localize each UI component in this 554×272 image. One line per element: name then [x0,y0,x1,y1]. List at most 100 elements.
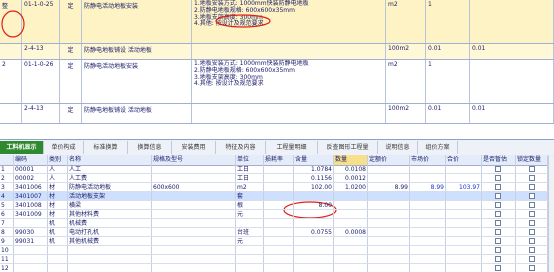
grid-estimate-checkbox[interactable] [495,220,501,226]
header-estimate[interactable]: 是否暂估 [482,155,516,165]
grid-lock-cell [516,255,548,263]
table-row[interactable]: 3 3401006 材防静电活动地板 600x600 m2 102.00 1.0200 8.9… [0,183,548,192]
grid-lock-checkbox[interactable] [529,238,535,244]
table-row[interactable]: 11 [0,255,548,264]
material-grid-body: 1 00001 人人工 工日 1.0784 0.0108 2 00002 人人工费 工日 0.115… [0,165,548,272]
header-type[interactable]: 类别 [48,155,68,165]
grid-name [68,246,152,254]
grid-lock-checkbox[interactable] [529,202,535,208]
grid-estimate-checkbox[interactable] [495,256,501,262]
table-row[interactable]: 5 3401008 材横梁 根 8.00 [0,201,548,210]
header-loss[interactable]: 损耗率 [264,155,294,165]
header-unit[interactable]: 单位 [236,155,264,165]
grid-estimate-checkbox[interactable] [495,238,501,244]
grid-loss [264,264,294,272]
header-spec[interactable]: 规格及型号 [152,155,236,165]
tab-labor-material[interactable]: 工料机显示 [0,141,44,154]
grid-unit [236,246,264,254]
vertical-scrollbar[interactable] [548,156,554,272]
grid-estimate-checkbox[interactable] [495,166,501,172]
grid-qty [334,255,368,263]
grid-unit: 元 [236,210,264,218]
table-row[interactable]: 1 00001 人人工 工日 1.0784 0.0108 [0,165,548,174]
annotation-circle [215,14,271,28]
grid-lock-checkbox[interactable] [529,184,535,190]
grid-name [68,255,152,263]
header-name[interactable]: 名称 [68,155,152,165]
header-market-price[interactable]: 市场价 [410,155,446,165]
grid-estimate-cell [482,201,516,209]
grid-lock-cell [516,228,548,236]
grid-total [446,165,482,173]
grid-total: 103.97 [446,183,482,191]
grid-lock-checkbox[interactable] [529,265,535,271]
tab-features[interactable]: 特征及内容 [216,141,266,154]
grid-estimate-checkbox[interactable] [495,265,501,271]
grid-estimate-checkbox[interactable] [495,229,501,235]
table-row[interactable]: 9 99031 机其他机械费 元 [0,237,548,246]
grid-lock-cell [516,174,548,182]
grid-lock-checkbox[interactable] [529,193,535,199]
grid-base-price [368,165,410,173]
grid-base-price [368,201,410,209]
grid-spec [152,192,236,200]
grid-base-price [368,264,410,272]
grid-qty: 0.0108 [334,165,368,173]
table-row[interactable]: 12 [0,264,548,272]
splitter[interactable] [0,124,554,139]
grid-lock-checkbox[interactable] [529,247,535,253]
table-row[interactable]: 4 3401007 材活动地板支架 套 [0,192,548,201]
tab-pricing-plan[interactable]: 组价方案 [418,141,458,154]
grid-lock-checkbox[interactable] [529,229,535,235]
grid-lock-cell [516,246,548,254]
grid-market-price [410,237,446,245]
tab-standard-conversion[interactable]: 标准换算 [84,141,128,154]
table-row[interactable]: 8 99030 机电动打孔机 台班 0.0755 0.0008 [0,228,548,237]
grid-index: 10 [0,246,14,254]
grid-market-price: 8.99 [410,183,446,191]
grid-total [446,237,482,245]
header-content[interactable]: 含量 [294,155,334,165]
header-total[interactable]: 合价 [446,155,482,165]
grid-type: 材 [48,183,68,191]
grid-loss [264,228,294,236]
header-qty[interactable]: 数量 [334,155,368,165]
grid-unit: 套 [236,192,264,200]
grid-lock-checkbox[interactable] [529,166,535,172]
grid-total [446,228,482,236]
grid-base-price [368,219,410,227]
grid-estimate-checkbox[interactable] [495,193,501,199]
tab-conversion-info[interactable]: 换算信息 [128,141,172,154]
grid-estimate-checkbox[interactable] [495,247,501,253]
grid-lock-cell [516,192,548,200]
tab-install-fee[interactable]: 安装费用 [172,141,216,154]
header-lock-qty[interactable]: 锁定数量 [516,155,548,165]
tab-reverse-lookup[interactable]: 反查图形工程量 [318,141,378,154]
tab-unit-price[interactable]: 单价构成 [44,141,84,154]
grid-market-price [410,201,446,209]
grid-estimate-checkbox[interactable] [495,202,501,208]
table-row[interactable]: 6 3401009 材其他材料费 元 [0,210,548,219]
grid-loss [264,201,294,209]
grid-qty [334,210,368,218]
grid-lock-checkbox[interactable] [529,211,535,217]
tab-quantity-detail[interactable]: 工程量明细 [266,141,318,154]
grid-content [294,255,334,263]
grid-index: 1 [0,165,14,173]
header-base-price[interactable]: 定额价 [368,155,410,165]
grid-estimate-checkbox[interactable] [495,175,501,181]
tab-notes[interactable]: 说明信息 [378,141,418,154]
table-row[interactable]: 7 机机械费 [0,219,548,228]
table-row[interactable]: 2 00002 人人工费 工日 0.1156 0.0012 [0,174,548,183]
header-code[interactable]: 编码 [14,155,48,165]
table-row[interactable]: 10 [0,246,548,255]
grid-code [14,255,48,263]
grid-spec [152,210,236,218]
grid-lock-checkbox[interactable] [529,220,535,226]
grid-unit [236,255,264,263]
grid-lock-checkbox[interactable] [529,256,535,262]
grid-lock-checkbox[interactable] [529,175,535,181]
grid-estimate-checkbox[interactable] [495,184,501,190]
grid-estimate-cell [482,219,516,227]
grid-estimate-checkbox[interactable] [495,211,501,217]
